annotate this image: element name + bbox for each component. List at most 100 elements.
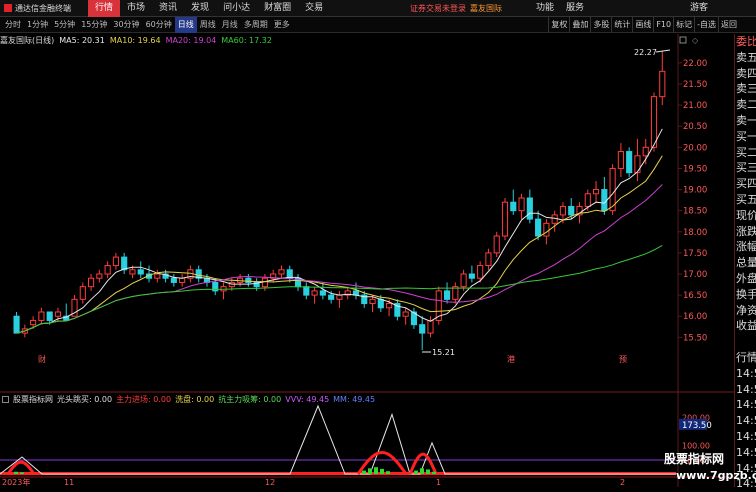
candle-body <box>386 303 393 309</box>
candle-body <box>443 290 451 300</box>
white-indicator-line <box>0 404 676 475</box>
candle-body <box>137 269 144 275</box>
date-label: 2 <box>620 478 625 487</box>
candle-body <box>129 269 136 275</box>
low-annotation: 15.21 <box>432 348 455 357</box>
high-arrow <box>655 49 671 53</box>
wash-bar <box>380 468 384 474</box>
candle-body <box>13 315 20 334</box>
quote-row-15: 外盘 <box>736 271 756 285</box>
high-annotation: 22.27 <box>634 48 657 57</box>
event-marker[interactable]: 预 <box>619 354 627 364</box>
quote-row-1: 卖五 <box>736 50 756 64</box>
indicator-label-2: 洗盘: 0.00 <box>175 395 215 404</box>
candle-body <box>377 298 384 309</box>
candle-body <box>369 298 376 305</box>
quote-row-22: 14:5 <box>736 382 756 396</box>
candle-body <box>54 311 62 317</box>
quote-row-26: 14:5 <box>736 445 756 459</box>
event-marker[interactable]: 财 <box>38 354 46 364</box>
candle-body <box>319 290 326 296</box>
candle-body <box>303 286 310 296</box>
candle-body <box>642 146 649 157</box>
quote-row-17: 净资 <box>736 303 756 317</box>
wash-bar <box>20 472 24 474</box>
candle-body <box>535 218 542 237</box>
quote-row-10: 买五 <box>736 192 756 206</box>
candle-body <box>112 256 119 267</box>
price-label: 20.50 <box>683 122 707 132</box>
quote-row-20: 行情 <box>736 350 756 364</box>
indicator-label-4: VVV: 49.45 <box>285 395 330 404</box>
price-label: 22.00 <box>683 59 707 69</box>
quote-row-16: 换手 <box>736 287 756 301</box>
indicator-settings-icon[interactable] <box>2 396 9 403</box>
candle-body <box>460 273 467 288</box>
date-label: 2023年 <box>2 477 30 487</box>
indicator-info: 股票指标网 光头跳买: 0.00 主力进场: 0.00 洗盘: 0.00 抗主力吸筹:… <box>0 394 756 405</box>
candle-body <box>568 205 575 216</box>
indicator-label-5: MM: 49.45 <box>333 395 376 404</box>
price-label: 19.00 <box>683 186 707 196</box>
candle-body <box>30 319 37 326</box>
candle-body <box>311 290 318 296</box>
quote-row-8: 买三 <box>736 161 756 175</box>
quote-row-13: 涨幅 <box>736 240 756 254</box>
quote-row-24: 14:5 <box>736 414 756 428</box>
quote-row-3: 卖三 <box>736 82 756 96</box>
wash-bar <box>386 471 390 474</box>
kline-chart[interactable]: 22.00 21.50 21.00 20.50 20.00 19.50 19.00 18.50… <box>0 0 734 487</box>
candle-body <box>468 273 475 279</box>
quote-row-19 <box>735 334 756 350</box>
quote-panel: 委比 卖五 卖四 卖三 卖二 卖一 买一 买二 买三 买四 买五 现价 涨跌 涨幅 总量 外盘 换手 净资 收益 行情… <box>734 34 756 490</box>
event-marker[interactable]: 港 <box>507 354 515 364</box>
price-label: 15.50 <box>683 333 707 343</box>
chart-options-icon[interactable]: ◇ <box>692 36 699 45</box>
candle-body <box>559 205 567 216</box>
candle-body <box>617 151 624 169</box>
candle-body <box>79 286 86 300</box>
quote-row-18: 收益 <box>736 319 756 333</box>
candle-body <box>336 294 343 300</box>
wash-bar <box>14 471 18 474</box>
candle-body <box>526 197 533 220</box>
candle-body <box>96 273 103 279</box>
quote-row-2: 卖四 <box>736 66 756 80</box>
quote-row-21: 14:5 <box>736 366 756 380</box>
quote-row-7: 买二 <box>736 145 756 159</box>
quote-row-14: 总量 <box>736 256 756 270</box>
indicator-labels: 光头跳买: 0.00 主力进场: 0.00 洗盘: 0.00 抗主力吸筹: 0.00 V… <box>57 394 379 405</box>
candle-body <box>634 155 641 174</box>
candle-body <box>88 277 95 288</box>
quote-row-12: 涨跌 <box>736 224 756 238</box>
price-label: 18.50 <box>683 207 707 217</box>
candle-body <box>154 273 161 279</box>
candle-body <box>650 96 658 148</box>
candle-body <box>659 70 666 98</box>
indicator-name: 股票指标网 <box>13 395 53 404</box>
quote-row-5: 卖一 <box>736 113 756 127</box>
price-label: 19.50 <box>683 164 707 174</box>
price-label: 17.50 <box>683 249 707 259</box>
wash-bar <box>426 469 430 474</box>
date-label: 12 <box>265 478 275 487</box>
price-label: 18.00 <box>683 228 707 238</box>
chart-settings-icon[interactable] <box>679 36 687 44</box>
candle-body <box>402 311 409 317</box>
quote-row-11: 现价 <box>736 208 756 222</box>
quote-row-23: 14:5 <box>736 398 756 412</box>
candle-body <box>543 222 550 237</box>
wash-bar <box>374 467 378 474</box>
quote-row-4: 卖二 <box>736 98 756 112</box>
wash-bar <box>414 470 418 474</box>
wash-bar <box>420 468 424 474</box>
candle-body <box>121 256 128 271</box>
candle-body <box>427 319 434 334</box>
date-label: 11 <box>64 478 74 487</box>
wash-bar <box>432 471 436 474</box>
indicator-label-1: 主力进场: 0.00 <box>116 395 172 404</box>
wash-bar <box>368 468 372 474</box>
watermark-title: 股票指标网 <box>664 452 725 466</box>
indicator-axis-label: 173.50 <box>682 421 712 431</box>
candle-body <box>626 151 633 174</box>
